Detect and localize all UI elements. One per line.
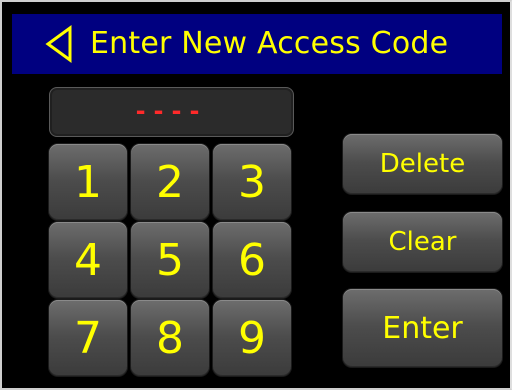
device-frame: Enter New Access Code ---- 1 2 3 4 5 6 7…	[0, 0, 512, 390]
keypad-key-3[interactable]: 3	[213, 144, 291, 220]
delete-button[interactable]: Delete	[343, 134, 502, 194]
key-label: 8	[156, 312, 184, 364]
key-label: 9	[238, 312, 266, 364]
keypad-key-5[interactable]: 5	[131, 222, 209, 298]
delete-button-label: Delete	[379, 149, 466, 179]
entered-code: ----	[135, 97, 208, 125]
keypad-key-8[interactable]: 8	[131, 300, 209, 376]
key-label: 6	[238, 234, 266, 286]
page-title: Enter New Access Code	[90, 26, 449, 61]
keypad-key-6[interactable]: 6	[213, 222, 291, 298]
key-label: 3	[238, 156, 266, 208]
title-bar: Enter New Access Code	[12, 14, 502, 74]
clear-button-label: Clear	[388, 227, 457, 257]
key-label: 1	[74, 156, 102, 208]
keypad-key-7[interactable]: 7	[49, 300, 127, 376]
keypad-key-1[interactable]: 1	[49, 144, 127, 220]
key-label: 5	[156, 234, 184, 286]
key-label: 2	[156, 156, 184, 208]
key-label: 4	[74, 234, 102, 286]
key-label: 7	[74, 312, 102, 364]
enter-button[interactable]: Enter	[343, 289, 502, 367]
code-display: ----	[49, 87, 294, 137]
enter-button-label: Enter	[382, 310, 463, 346]
clear-button[interactable]: Clear	[343, 212, 502, 272]
back-arrow-icon	[45, 25, 72, 63]
keypad-key-4[interactable]: 4	[49, 222, 127, 298]
back-icon[interactable]	[34, 14, 84, 74]
keypad-key-9[interactable]: 9	[213, 300, 291, 376]
keypad-key-2[interactable]: 2	[131, 144, 209, 220]
